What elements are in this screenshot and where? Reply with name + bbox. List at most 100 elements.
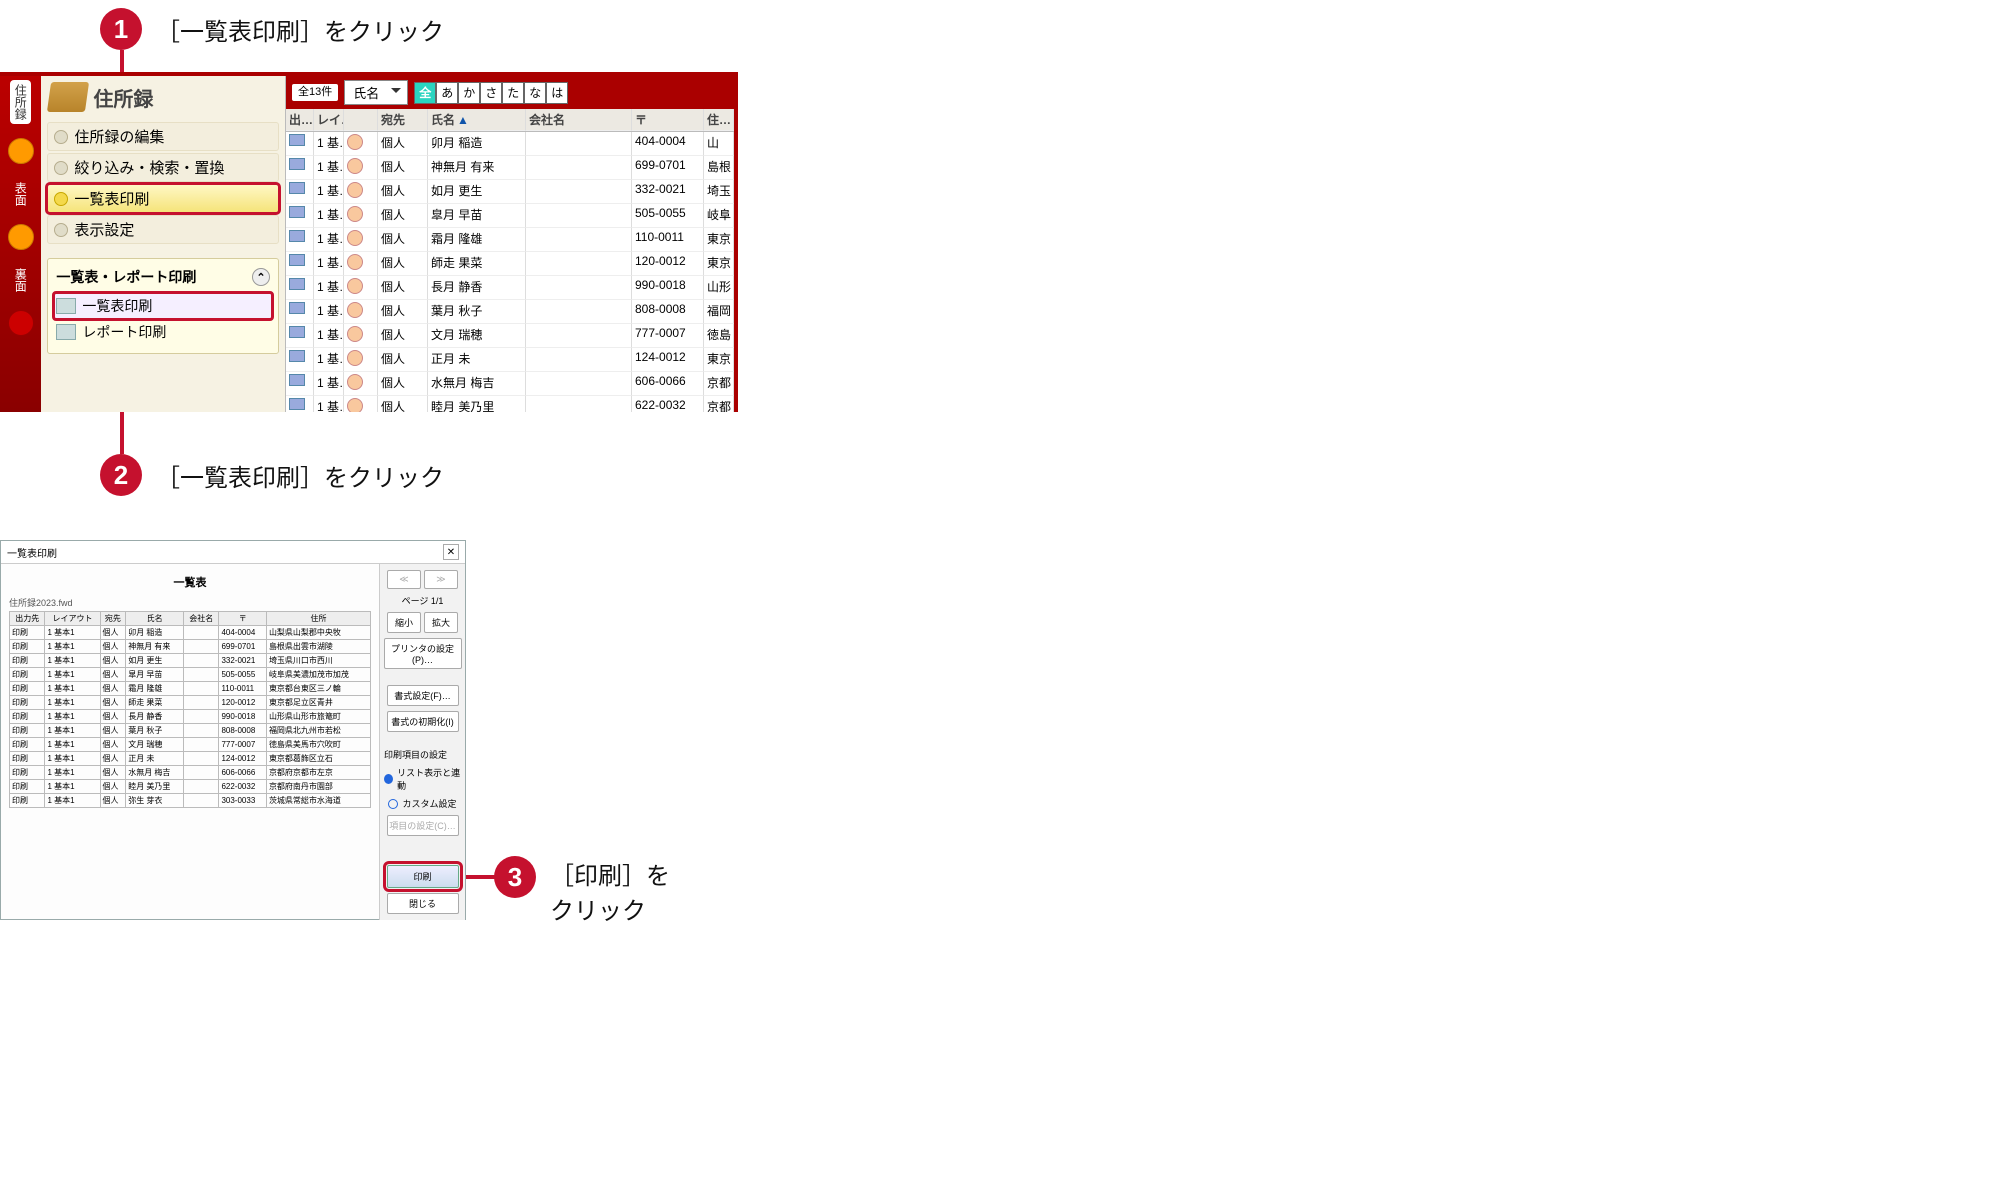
mini-cell: 個人	[100, 710, 126, 724]
preview-filename: 住所録2023.fwd	[9, 596, 371, 609]
collapse-icon[interactable]: ⌃	[252, 268, 270, 286]
mini-table-row: 印刷1 基本1個人如月 更生332-0021埼玉県川口市西川	[10, 654, 371, 668]
grid-body[interactable]: 1 基…個人卯月 稲造404-0004山1 基…個人神無月 有来699-0701…	[286, 132, 734, 412]
index-tab-sa[interactable]: さ	[480, 82, 502, 104]
col-dest[interactable]: 宛先	[378, 109, 428, 131]
col-name[interactable]: 氏名▲	[428, 109, 526, 131]
side-icon-front[interactable]	[8, 138, 34, 164]
mini-col-header: 〒	[219, 612, 266, 626]
table-row[interactable]: 1 基…個人長月 静香990-0018山形	[286, 276, 734, 300]
radio-linked[interactable]: リスト表示と連動	[384, 766, 461, 792]
next-page-button[interactable]: ≫	[424, 570, 458, 589]
menu-display[interactable]: 表示設定	[47, 215, 279, 244]
table-row[interactable]: 1 基…個人睦月 美乃里622-0032京都	[286, 396, 734, 412]
menu-search[interactable]: 絞り込み・検索・置換	[47, 153, 279, 182]
mini-table-row: 印刷1 基本1個人葉月 秋子808-0008福岡県北九州市若松	[10, 724, 371, 738]
mini-cell: 1 基本1	[45, 752, 100, 766]
mini-cell: 個人	[100, 682, 126, 696]
table-row[interactable]: 1 基…個人師走 果菜120-0012東京	[286, 252, 734, 276]
mini-cell: 長月 静香	[126, 710, 184, 724]
col-zip[interactable]: 〒	[632, 109, 704, 131]
zoom-in-button[interactable]: 拡大	[424, 612, 458, 633]
index-tab-na[interactable]: な	[524, 82, 546, 104]
sub-link-list-print[interactable]: 一覧表印刷	[54, 293, 272, 319]
mini-col-header: レイアウト	[45, 612, 100, 626]
mini-cell: 茨城県常総市水海道	[266, 794, 370, 808]
prev-page-button[interactable]: ≪	[387, 570, 421, 589]
radio-custom[interactable]: カスタム設定	[388, 797, 456, 810]
cell-dest: 個人	[378, 300, 428, 324]
table-row[interactable]: 1 基…個人文月 瑞穂777-0007徳島	[286, 324, 734, 348]
sort-field-dropdown[interactable]: 氏名	[344, 80, 408, 105]
side-tab-back[interactable]: 裏面	[10, 264, 31, 296]
format-reset-button[interactable]: 書式の初期化(I)	[387, 711, 459, 732]
mini-cell: 404-0004	[219, 626, 266, 640]
cell-company	[526, 132, 632, 156]
col-addr[interactable]: 住…	[704, 109, 734, 131]
cell-dest: 個人	[378, 372, 428, 396]
table-row[interactable]: 1 基…個人霜月 隆雄110-0011東京	[286, 228, 734, 252]
col-avatar[interactable]	[344, 109, 378, 131]
sub-panel-header[interactable]: 一覧表・レポート印刷 ⌃	[54, 265, 272, 293]
mini-cell: 印刷	[10, 766, 45, 780]
close-icon[interactable]: ✕	[443, 544, 459, 560]
index-tab-all[interactable]: 全	[414, 82, 436, 104]
close-button[interactable]: 閉じる	[387, 893, 459, 914]
mini-cell: 水無月 梅吉	[126, 766, 184, 780]
avatar-icon	[347, 350, 363, 366]
cell-addr: 埼玉	[704, 180, 734, 204]
table-row[interactable]: 1 基…個人正月 未124-0012東京	[286, 348, 734, 372]
mini-cell	[183, 794, 218, 808]
side-tab-addressbook[interactable]: 住所録	[10, 80, 31, 124]
table-row[interactable]: 1 基…個人皐月 早苗505-0055岐阜	[286, 204, 734, 228]
sub-link-report-print[interactable]: レポート印刷	[54, 319, 272, 345]
cell-company	[526, 204, 632, 228]
bullet-icon	[54, 223, 68, 237]
table-row[interactable]: 1 基…個人水無月 梅吉606-0066京都	[286, 372, 734, 396]
index-tab-ta[interactable]: た	[502, 82, 524, 104]
printer-settings-button[interactable]: プリンタの設定(P)…	[384, 638, 462, 669]
cell-company	[526, 156, 632, 180]
col-company[interactable]: 会社名	[526, 109, 632, 131]
data-grid-area: 全13件 氏名 全 あ か さ た な は 出… レイ… 宛先 氏名▲ 会社名 …	[286, 76, 734, 412]
col-name-label: 氏名	[431, 113, 455, 127]
menu-edit[interactable]: 住所録の編集	[47, 122, 279, 151]
table-row[interactable]: 1 基…個人卯月 稲造404-0004山	[286, 132, 734, 156]
table-row[interactable]: 1 基…個人神無月 有来699-0701島根	[286, 156, 734, 180]
side-tab-front[interactable]: 表面	[10, 178, 31, 210]
table-row[interactable]: 1 基…個人如月 更生332-0021埼玉	[286, 180, 734, 204]
mini-cell: 卯月 稲造	[126, 626, 184, 640]
col-layout[interactable]: レイ…	[314, 109, 344, 131]
page-indicator: ページ 1/1	[402, 594, 444, 607]
mini-cell: 1 基本1	[45, 780, 100, 794]
mini-cell: 京都府京都市左京	[266, 766, 370, 780]
mini-cell: 個人	[100, 640, 126, 654]
cell-zip: 505-0055	[632, 204, 704, 228]
cell-company	[526, 252, 632, 276]
menu-list-print[interactable]: 一覧表印刷	[47, 184, 279, 213]
index-tab-ka[interactable]: か	[458, 82, 480, 104]
bullet-icon	[54, 161, 68, 175]
table-row[interactable]: 1 基…個人葉月 秋子808-0008福岡	[286, 300, 734, 324]
mini-cell: 弥生 芽衣	[126, 794, 184, 808]
cell-dest: 個人	[378, 156, 428, 180]
index-tab-ha[interactable]: は	[546, 82, 568, 104]
mini-cell: 124-0012	[219, 752, 266, 766]
sub-panel: 一覧表・レポート印刷 ⌃ 一覧表印刷 レポート印刷	[47, 258, 279, 354]
format-settings-button[interactable]: 書式設定(F)…	[387, 685, 459, 706]
mini-cell: 印刷	[10, 780, 45, 794]
printer-icon	[56, 324, 76, 340]
side-icon-extra[interactable]	[8, 310, 34, 336]
index-tab-a[interactable]: あ	[436, 82, 458, 104]
mini-col-header: 住所	[266, 612, 370, 626]
zoom-out-button[interactable]: 縮小	[387, 612, 421, 633]
cell-name: 水無月 梅吉	[428, 372, 526, 396]
col-out[interactable]: 出…	[286, 109, 314, 131]
print-button[interactable]: 印刷	[387, 865, 459, 888]
mini-cell: 332-0021	[219, 654, 266, 668]
side-icon-back[interactable]	[8, 224, 34, 250]
kana-index-tabs: 全 あ か さ た な は	[414, 82, 568, 104]
mini-cell: 印刷	[10, 738, 45, 752]
cell-addr: 山形	[704, 276, 734, 300]
cell-dest: 個人	[378, 348, 428, 372]
